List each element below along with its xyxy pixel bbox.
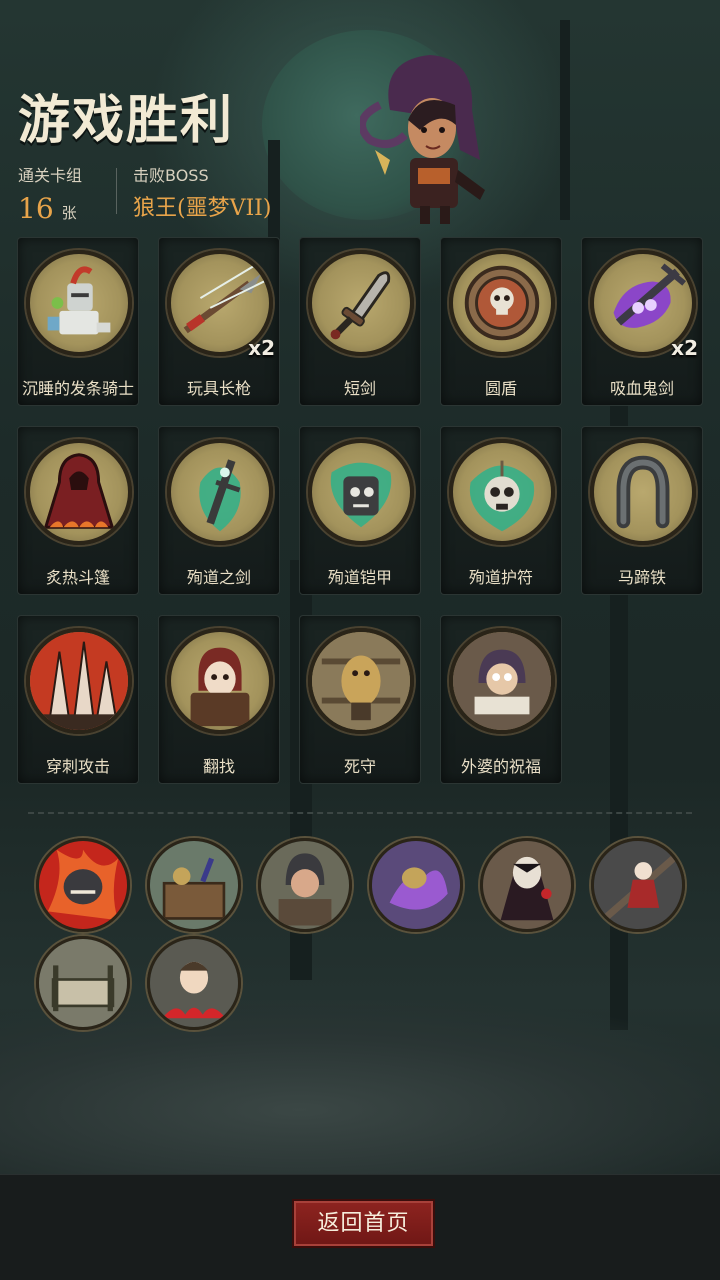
card-name: 死守: [343, 757, 376, 776]
card-item[interactable]: 殉道铠甲: [299, 426, 421, 595]
relic-list: [36, 838, 696, 1030]
relic-item[interactable]: [36, 936, 130, 1030]
card-name: 穿刺攻击: [45, 757, 110, 776]
card-name: 翻找: [202, 757, 235, 776]
relic-item[interactable]: [258, 838, 352, 932]
hooded-cook-relic-icon: [261, 841, 349, 929]
grandma-blessing-icon: [453, 632, 551, 730]
toy-box-relic-icon: [150, 841, 238, 929]
deck-label: 通关卡组: [18, 166, 83, 185]
return-home-button[interactable]: 返回首页: [292, 1199, 435, 1248]
bed-relic-icon: [39, 939, 127, 1027]
relic-item[interactable]: [591, 838, 685, 932]
card-item[interactable]: 穿刺攻击: [17, 615, 139, 784]
relic-item[interactable]: [36, 838, 130, 932]
card-item[interactable]: 沉睡的发条骑士: [17, 237, 139, 406]
card-name: 外婆的祝福: [460, 757, 541, 776]
card-name: 沉睡的发条骑士: [21, 379, 134, 398]
relic-item[interactable]: [480, 838, 574, 932]
card-item[interactable]: 马蹄铁: [581, 426, 703, 595]
card-grid: 沉睡的发条骑士 玩具长枪 x2 短剑 圆盾 吸血鬼剑 x2 炙热斗篷 殉道之剑 …: [17, 237, 703, 784]
round-shield-icon: [464, 265, 540, 341]
boss-name: 狼王(噩梦VII): [133, 196, 272, 221]
card-name: 圆盾: [484, 379, 517, 398]
relic-item[interactable]: [147, 838, 241, 932]
hero-character-icon: [360, 55, 485, 224]
card-item[interactable]: 吸血鬼剑 x2: [581, 237, 703, 406]
short-sword-icon: [330, 271, 391, 340]
card-item[interactable]: 玩具长枪 x2: [158, 237, 280, 406]
card-item[interactable]: 炙热斗篷: [17, 426, 139, 595]
card-name: 玩具长枪: [186, 379, 251, 398]
deck-unit: 张: [61, 204, 77, 222]
red-cloak-icon: [43, 453, 115, 529]
deck-stat: 通关卡组 16 张: [18, 162, 82, 225]
relic-item[interactable]: [369, 838, 463, 932]
card-item[interactable]: 外婆的祝福: [440, 615, 562, 784]
card-name: 殉道护符: [468, 568, 533, 587]
card-name: 马蹄铁: [617, 568, 666, 587]
hold-fast-icon: [312, 632, 410, 730]
card-name: 短剑: [343, 379, 376, 398]
card-count: x2: [248, 336, 275, 360]
martyr-sword-icon: [199, 459, 241, 532]
card-name: 炙热斗篷: [45, 568, 110, 587]
pierce-attack-icon: [30, 632, 128, 730]
card-count: x2: [671, 336, 698, 360]
card-item[interactable]: 短剑: [299, 237, 421, 406]
card-name: 殉道之剑: [186, 568, 251, 587]
tree-decoration: [560, 20, 570, 220]
card-name: 殉道铠甲: [327, 568, 392, 587]
card-item[interactable]: 翻找: [158, 615, 280, 784]
relic-item[interactable]: [147, 936, 241, 1030]
rummage-icon: [190, 647, 250, 727]
girl-stairs-relic-icon: [594, 841, 682, 929]
vampire-relic-icon: [483, 841, 571, 929]
page-title: 游戏胜利: [18, 90, 235, 151]
card-item[interactable]: 死守: [299, 615, 421, 784]
card-item[interactable]: 圆盾: [440, 237, 562, 406]
fire-demon-relic-icon: [39, 841, 127, 929]
clockwork-knight-icon: [47, 266, 111, 335]
horseshoe-icon: [616, 455, 670, 529]
martyr-armor-icon: [330, 462, 392, 528]
card-item[interactable]: 殉道之剑: [158, 426, 280, 595]
card-item[interactable]: 殉道护符: [440, 426, 562, 595]
section-divider: [28, 812, 692, 814]
purple-beast-relic-icon: [372, 841, 460, 929]
card-name: 吸血鬼剑: [609, 379, 674, 398]
stat-divider: [116, 168, 117, 214]
deck-count: 16: [18, 192, 54, 225]
boss-stat: 击败BOSS 狼王(噩梦VII): [133, 162, 271, 222]
boss-label: 击败BOSS: [133, 166, 209, 185]
martyr-amulet-icon: [469, 460, 535, 532]
boy-fire-relic-icon: [150, 939, 238, 1027]
